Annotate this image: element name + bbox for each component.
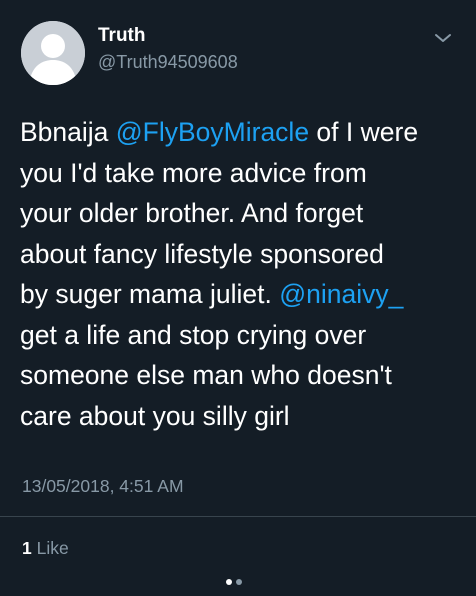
tweet-text: Bbnaija @FlyBoyMiracle of I were you I'd … [20,112,460,436]
author-handle[interactable]: @Truth94509608 [98,51,238,73]
tweet-text-segment: care about you silly girl [20,400,290,431]
tweet-text-segment: someone else man who doesn't [20,360,392,390]
default-avatar-icon [21,21,85,85]
likes-count: 1 [22,538,32,558]
likes-label: Like [36,538,69,558]
tweet-timestamp: 13/05/2018, 4:51 AM [22,476,184,496]
tweet-text-segment: Bbnaija [20,117,116,147]
tweet-text-line: you I'd take more advice from [20,153,460,194]
tweet-text-line: Bbnaija @FlyBoyMiracle of I were [20,112,460,153]
chevron-down-icon[interactable] [432,30,454,46]
page-indicator [226,573,246,585]
tweet-card: Truth @Truth94509608 Bbnaija @FlyBoyMira… [0,0,476,596]
tweet-text-segment: of I were [309,117,419,147]
tweet-text-line: someone else man who doesn't [20,355,460,396]
tweet-text-segment: you I'd take more advice from [20,157,367,188]
tweet-text-line: by suger mama juliet. @ninaivy_ [20,274,460,315]
author-name[interactable]: Truth [98,25,146,47]
page-dot[interactable] [226,578,232,585]
tweet-text-line: care about you silly girl [20,396,460,437]
divider [0,516,476,517]
tweet-text-line: about fancy lifestyle sponsored [20,234,460,275]
tweet-text-segment: by suger mama juliet. [20,279,280,309]
likes-stat[interactable]: 1 Like [22,537,69,559]
mention-link[interactable]: @ninaivy_ [279,279,403,309]
mention-link[interactable]: @FlyBoyMiracle [116,117,309,147]
tweet-text-segment: about fancy lifestyle sponsored [20,238,384,269]
avatar[interactable] [21,21,85,85]
tweet-text-segment: your older brother. And forget [20,198,364,228]
page-dot[interactable] [236,578,242,585]
tweet-text-segment: get a life and stop crying over [20,319,367,350]
tweet-text-line: your older brother. And forget [20,193,460,234]
tweet-text-line: get a life and stop crying over [20,315,460,356]
